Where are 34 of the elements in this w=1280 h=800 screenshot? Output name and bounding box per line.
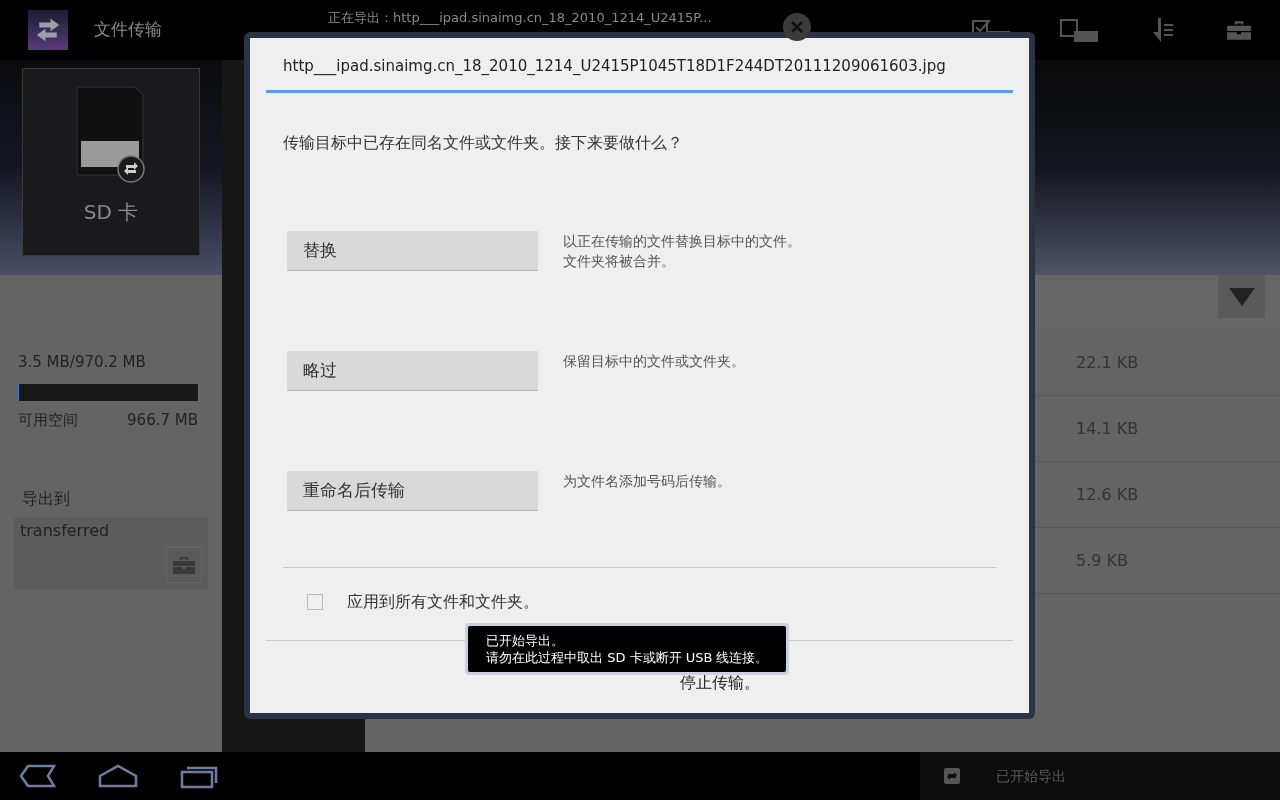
option-button[interactable]: 替换 <box>287 231 538 271</box>
notification-text: 已开始导出 <box>996 766 1066 786</box>
apply-all-label: 应用到所有文件和文件夹。 <box>347 591 539 613</box>
home-icon[interactable] <box>98 764 138 788</box>
dialog-title: http___ipad.sinaimg.cn_18_2010_1214_U2415P1045T18D1F244DT20111209061603.jpg <box>283 57 946 75</box>
toast-text: 已开始导出。 <box>486 632 565 649</box>
device-label: SD 卡 <box>83 199 139 226</box>
caret-down-icon <box>1228 287 1255 306</box>
toast-text: 请勿在此过程中取出 SD 卡或断开 USB 线连接。 <box>486 649 769 666</box>
toolbox-icon <box>1226 19 1252 41</box>
apply-all-checkbox[interactable] <box>307 594 323 610</box>
toolbox-icon <box>172 555 196 575</box>
option-description: 以正在传输的文件替换目标中的文件。 <box>563 232 801 251</box>
dropdown-button[interactable] <box>1218 275 1265 318</box>
stop-transfer-button[interactable]: 停止传输。 <box>679 671 760 695</box>
option-button[interactable]: 略过 <box>287 351 538 391</box>
dialog-message: 传输目标中已存在同名文件或文件夹。接下来要做什么？ <box>282 132 684 154</box>
folder-picker-button[interactable] <box>166 547 202 583</box>
option-button[interactable]: 重命名后传输 <box>287 471 538 511</box>
free-space-label: 可用空间 <box>18 409 78 431</box>
back-icon[interactable] <box>18 764 56 788</box>
option-description: 文件夹将被合并。 <box>563 252 676 271</box>
option-description: 保留目标中的文件或文件夹。 <box>563 352 745 371</box>
export-to-label: 导出到 <box>22 488 71 510</box>
option-description: 为文件名添加号码后传输。 <box>563 472 731 491</box>
free-space-value: 966.7 MB <box>127 409 198 431</box>
export-status: 正在导出：http___ipad.sinaimg.cn_18_2010_1214_U2415P... <box>328 9 712 27</box>
storage-usage: 3.5 MB/970.2 MB <box>18 352 147 373</box>
app-title: 文件传输 <box>94 18 162 42</box>
uncheck-all-icon[interactable] <box>1060 18 1098 42</box>
sd-card-tile[interactable]: SD 卡 <box>22 68 200 256</box>
transfer-status-icon[interactable] <box>944 768 960 784</box>
app-icon[interactable] <box>28 10 68 50</box>
export-folder-name: transferred <box>20 521 110 540</box>
